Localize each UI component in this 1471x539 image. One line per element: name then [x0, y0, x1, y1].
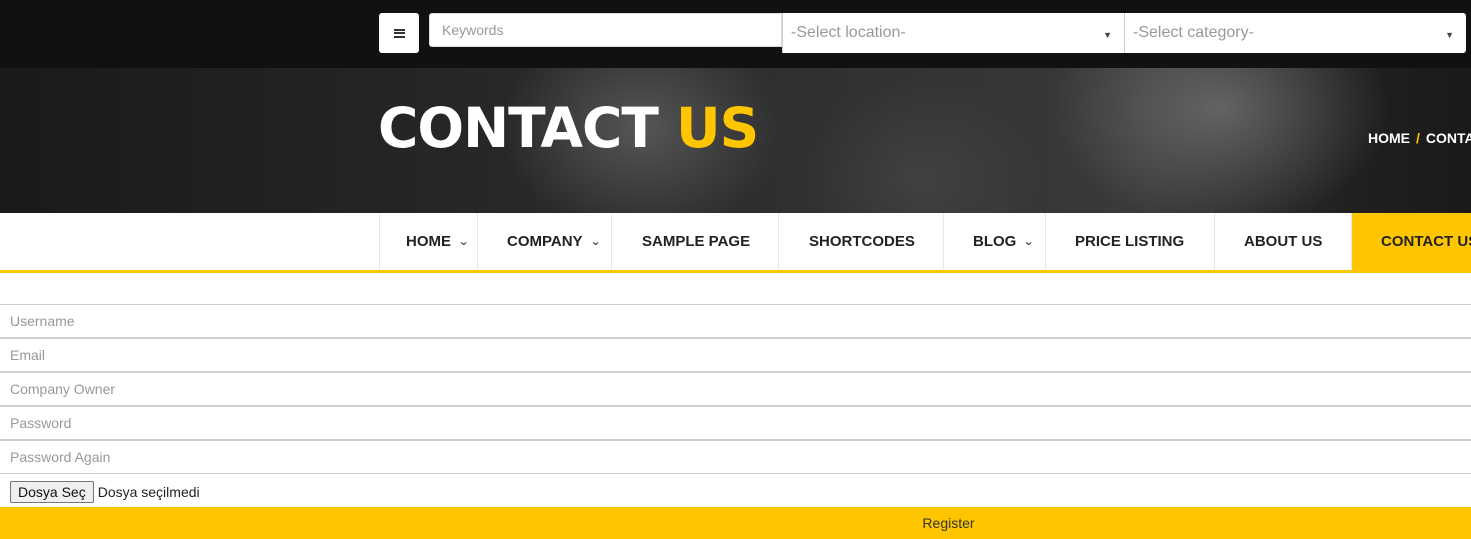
location-select[interactable]: -Select location- ▼: [782, 13, 1124, 53]
main-nav: HOME ⌄ COMPANY ⌄ SAMPLE PAGE SHORTCODES BL…: [0, 213, 1471, 273]
register-label: Register: [922, 515, 975, 531]
dropdown-arrow-icon: ▼: [1445, 30, 1454, 40]
nav-item-home[interactable]: HOME ⌄: [379, 213, 477, 270]
chevron-down-icon: ⌄: [1023, 236, 1035, 248]
location-select-value: -Select location-: [791, 24, 906, 41]
hamburger-menu-icon: [393, 28, 405, 38]
nav-item-blog[interactable]: BLOG ⌄: [943, 213, 1045, 270]
nav-item-contact-us[interactable]: CONTACT US: [1351, 213, 1471, 270]
nav-item-company[interactable]: COMPANY ⌄: [477, 213, 611, 270]
nav-item-price-listing[interactable]: PRICE LISTING: [1045, 213, 1214, 270]
breadcrumb-separator: /: [1416, 130, 1420, 146]
page-title-accent: US: [676, 96, 759, 160]
nav-item-label: ABOUT US: [1244, 233, 1323, 250]
page-title: CONTACT US: [378, 96, 759, 160]
nav-item-shortcodes[interactable]: SHORTCODES: [778, 213, 943, 270]
nav-item-label: CONTACT US: [1381, 233, 1471, 250]
email-field[interactable]: Email: [0, 338, 1471, 372]
company-owner-field[interactable]: Company Owner: [0, 372, 1471, 406]
register-button[interactable]: Register: [0, 507, 1471, 539]
breadcrumb: HOME / CONTACT US: [1368, 130, 1471, 146]
file-status: Dosya seçilmedi: [97, 484, 200, 500]
chevron-down-icon: ⌄: [589, 236, 601, 248]
file-input: Dosya Seç Dosya seçilmedi: [10, 481, 200, 503]
password-again-field[interactable]: Password Again: [0, 440, 1471, 474]
nav-item-label: PRICE LISTING: [1075, 233, 1185, 250]
nav-item-label: BLOG: [973, 233, 1017, 250]
nav-item-label: HOME: [406, 233, 451, 250]
nav-item-label: COMPANY: [507, 233, 583, 250]
register-form: Username Email Company Owner Password Pa…: [0, 304, 1471, 474]
nav-item-label: SHORTCODES: [809, 233, 915, 250]
page-title-main: CONTACT: [378, 96, 659, 160]
category-select-value: -Select category-: [1133, 24, 1254, 41]
page-hero: CONTACT US HOME / CONTACT US: [0, 68, 1471, 213]
chevron-down-icon: ⌄: [458, 236, 470, 248]
top-search-bar: Keywords -Select location- ▼ -Select cat…: [0, 0, 1471, 68]
nav-item-about-us[interactable]: ABOUT US: [1214, 213, 1351, 270]
breadcrumb-home[interactable]: HOME: [1368, 130, 1410, 146]
dropdown-arrow-icon: ▼: [1103, 30, 1112, 40]
breadcrumb-current: CONTACT US: [1425, 130, 1471, 146]
choose-file-button[interactable]: Dosya Seç: [10, 481, 94, 503]
username-field[interactable]: Username: [0, 304, 1471, 338]
nav-item-sample-page[interactable]: SAMPLE PAGE: [611, 213, 778, 270]
menu-button[interactable]: [379, 13, 419, 53]
nav-item-label: SAMPLE PAGE: [642, 233, 751, 250]
password-field[interactable]: Password: [0, 406, 1471, 440]
category-select[interactable]: -Select category- ▼: [1124, 13, 1466, 53]
keywords-input[interactable]: Keywords: [429, 13, 782, 47]
